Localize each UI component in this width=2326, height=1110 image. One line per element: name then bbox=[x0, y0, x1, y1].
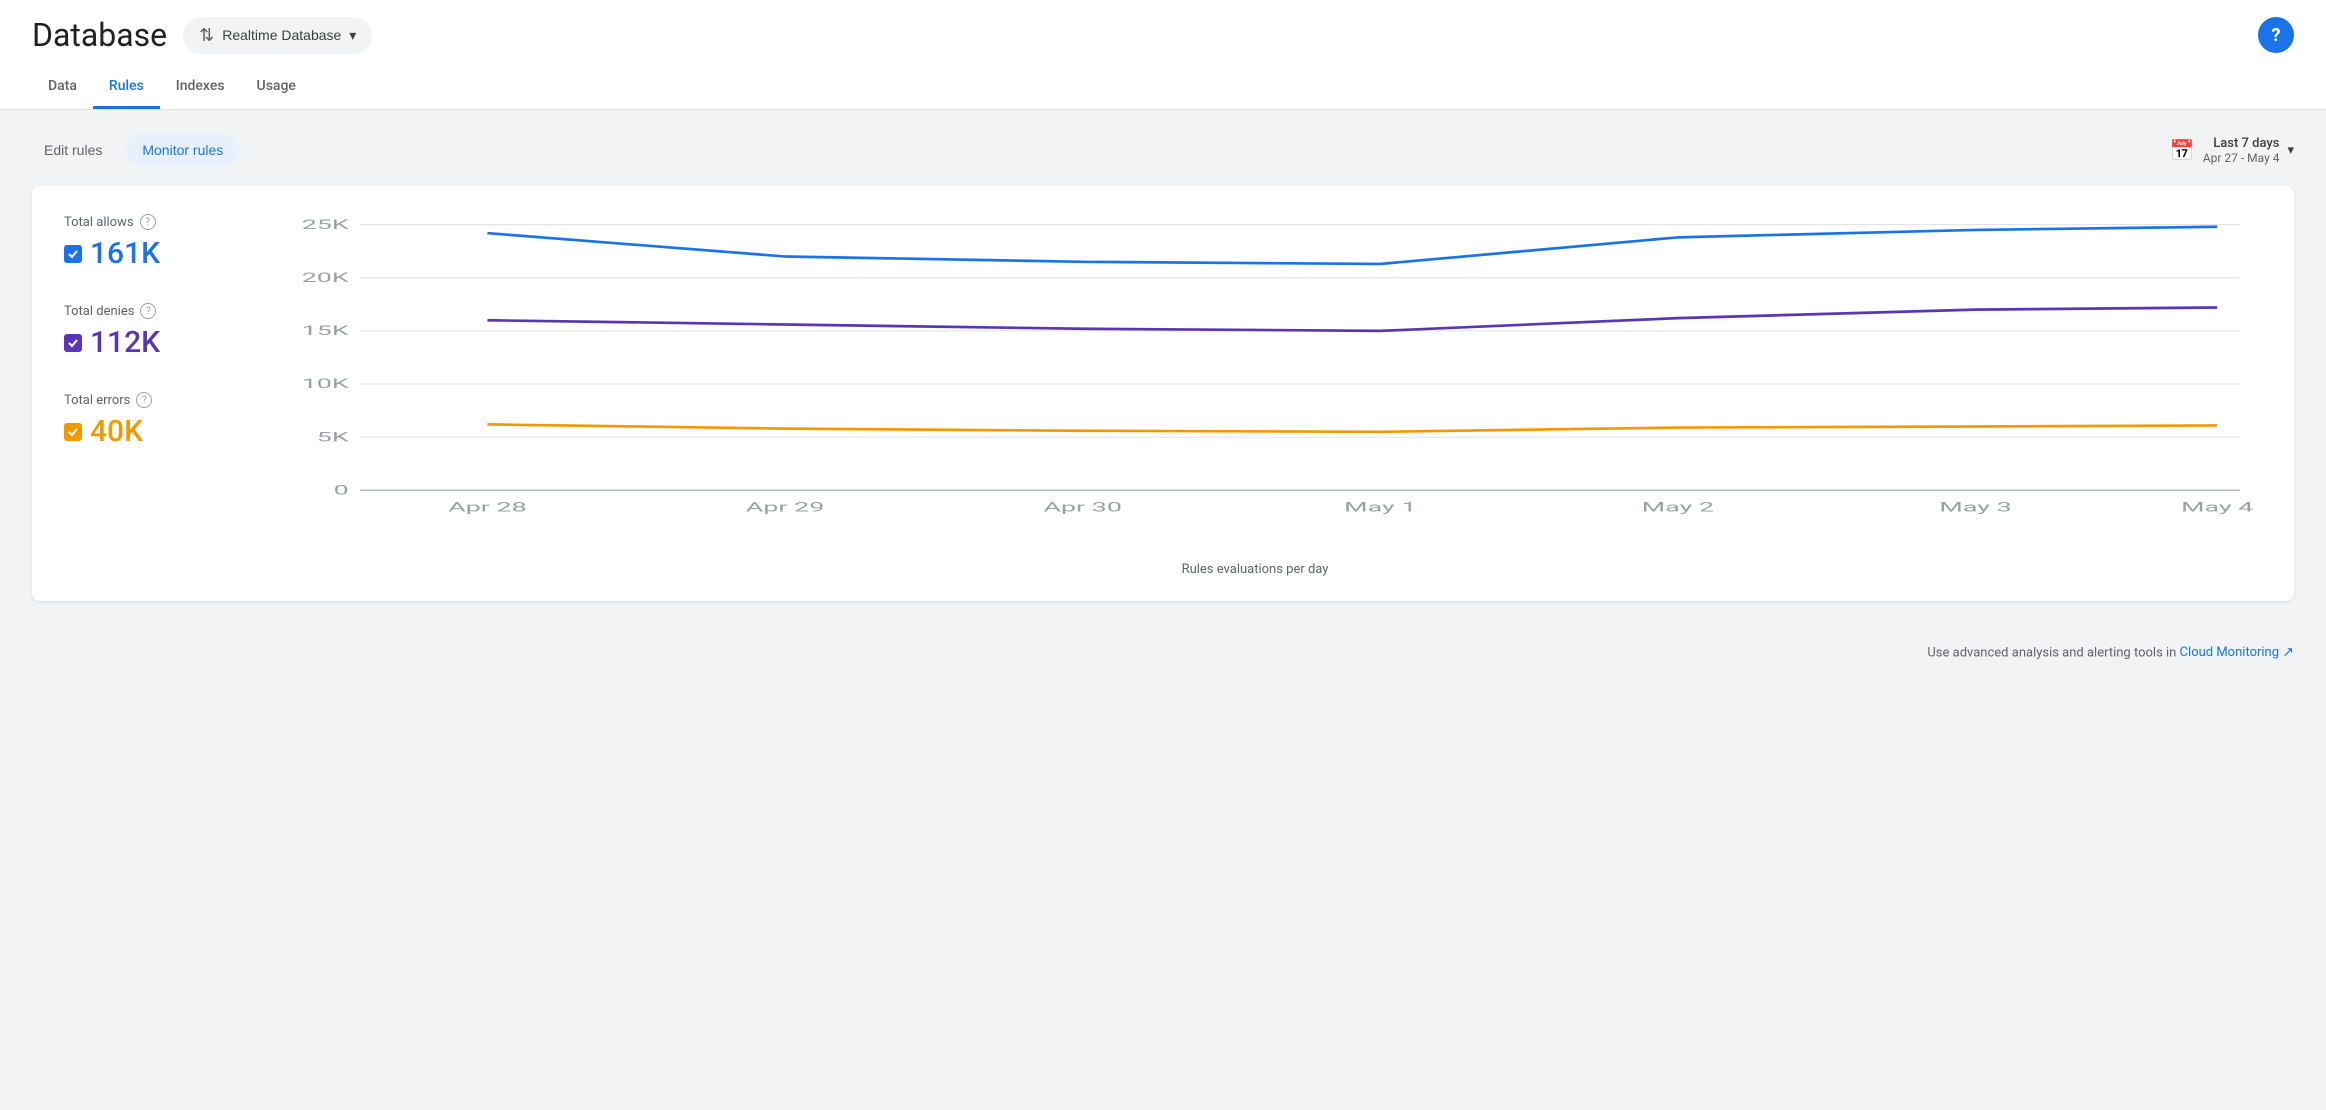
db-selector-label: Realtime Database bbox=[222, 27, 341, 43]
svg-text:Apr 29: Apr 29 bbox=[746, 501, 824, 516]
tab-indexes[interactable]: Indexes bbox=[160, 66, 241, 109]
tab-data[interactable]: Data bbox=[32, 66, 93, 109]
main-content: Edit rules Monitor rules 📅 Last 7 days A… bbox=[0, 110, 2326, 625]
help-icon[interactable]: ? bbox=[2258, 17, 2294, 53]
chart-area: 25K 20K 15K 10K 5K 0 Apr 28 Apr 29 Apr 3… bbox=[248, 214, 2262, 577]
date-label: Last 7 days Apr 27 - May 4 bbox=[2203, 136, 2280, 165]
chart-svg: 25K 20K 15K 10K 5K 0 Apr 28 Apr 29 Apr 3… bbox=[248, 214, 2262, 554]
svg-text:Apr 28: Apr 28 bbox=[448, 501, 526, 516]
calendar-icon: 📅 bbox=[2170, 138, 2195, 162]
yellow-line bbox=[487, 424, 2217, 431]
date-range-sub: Apr 27 - May 4 bbox=[2203, 151, 2280, 165]
controls-left: Edit rules Monitor rules bbox=[32, 134, 239, 166]
errors-help-icon[interactable]: ? bbox=[136, 392, 152, 408]
svg-text:May 1: May 1 bbox=[1344, 501, 1416, 516]
cloud-monitoring-link[interactable]: Cloud Monitoring ↗ bbox=[2180, 645, 2294, 660]
allows-checkbox[interactable] bbox=[64, 245, 82, 263]
denies-label: Total denies bbox=[64, 304, 134, 319]
purple-line bbox=[487, 308, 2217, 331]
svg-text:May 2: May 2 bbox=[1642, 501, 1714, 516]
edit-rules-button[interactable]: Edit rules bbox=[32, 134, 114, 166]
controls-row: Edit rules Monitor rules 📅 Last 7 days A… bbox=[32, 134, 2294, 166]
svg-text:5K: 5K bbox=[317, 430, 350, 445]
denies-checkbox[interactable] bbox=[64, 334, 82, 352]
errors-checkbox[interactable] bbox=[64, 423, 82, 441]
tab-usage[interactable]: Usage bbox=[241, 66, 312, 109]
chart-card: Total allows ? 161K Total denies ? bbox=[32, 186, 2294, 601]
x-axis-label: Rules evaluations per day bbox=[248, 562, 2262, 577]
svg-text:15K: 15K bbox=[302, 324, 350, 339]
top-bar: Database ⇅ Realtime Database ▾ ? Data Ru… bbox=[0, 0, 2326, 110]
footer-note: Use advanced analysis and alerting tools… bbox=[0, 625, 2326, 677]
cloud-monitoring-label: Cloud Monitoring bbox=[2180, 645, 2279, 660]
date-range-main: Last 7 days bbox=[2203, 136, 2280, 151]
blue-line bbox=[487, 227, 2217, 264]
allows-value: 161K bbox=[90, 236, 160, 271]
header-row: Database ⇅ Realtime Database ▾ ? bbox=[32, 16, 2294, 66]
nav-tabs: Data Rules Indexes Usage bbox=[32, 66, 2294, 109]
legend-errors: Total errors ? 40K bbox=[64, 392, 224, 449]
db-selector-button[interactable]: ⇅ Realtime Database ▾ bbox=[183, 17, 372, 54]
errors-value: 40K bbox=[90, 414, 143, 449]
svg-text:25K: 25K bbox=[302, 218, 350, 233]
legend-panel: Total allows ? 161K Total denies ? bbox=[64, 214, 224, 577]
svg-text:May 4: May 4 bbox=[2181, 501, 2253, 516]
chart-container: Total allows ? 161K Total denies ? bbox=[64, 214, 2262, 577]
chevron-down-icon: ▾ bbox=[2287, 143, 2294, 158]
footer-text: Use advanced analysis and alerting tools… bbox=[1927, 645, 2176, 660]
denies-help-icon[interactable]: ? bbox=[140, 303, 156, 319]
svg-text:0: 0 bbox=[334, 484, 349, 499]
legend-allows: Total allows ? 161K bbox=[64, 214, 224, 271]
allows-help-icon[interactable]: ? bbox=[140, 214, 156, 230]
monitor-rules-button[interactable]: Monitor rules bbox=[126, 134, 239, 166]
svg-text:10K: 10K bbox=[302, 377, 350, 392]
allows-label: Total allows bbox=[64, 215, 134, 230]
date-range-selector[interactable]: 📅 Last 7 days Apr 27 - May 4 ▾ bbox=[2170, 136, 2294, 165]
svg-text:May 3: May 3 bbox=[1939, 501, 2011, 516]
external-link-icon: ↗ bbox=[2282, 645, 2294, 661]
chevron-down-icon: ▾ bbox=[349, 27, 356, 44]
legend-denies: Total denies ? 112K bbox=[64, 303, 224, 360]
denies-value: 112K bbox=[90, 325, 160, 360]
page-title: Database bbox=[32, 16, 167, 54]
db-selector-icon: ⇅ bbox=[199, 25, 214, 46]
tab-rules[interactable]: Rules bbox=[93, 66, 160, 109]
svg-text:Apr 30: Apr 30 bbox=[1043, 501, 1121, 516]
errors-label: Total errors bbox=[64, 393, 130, 408]
svg-text:20K: 20K bbox=[302, 271, 350, 286]
